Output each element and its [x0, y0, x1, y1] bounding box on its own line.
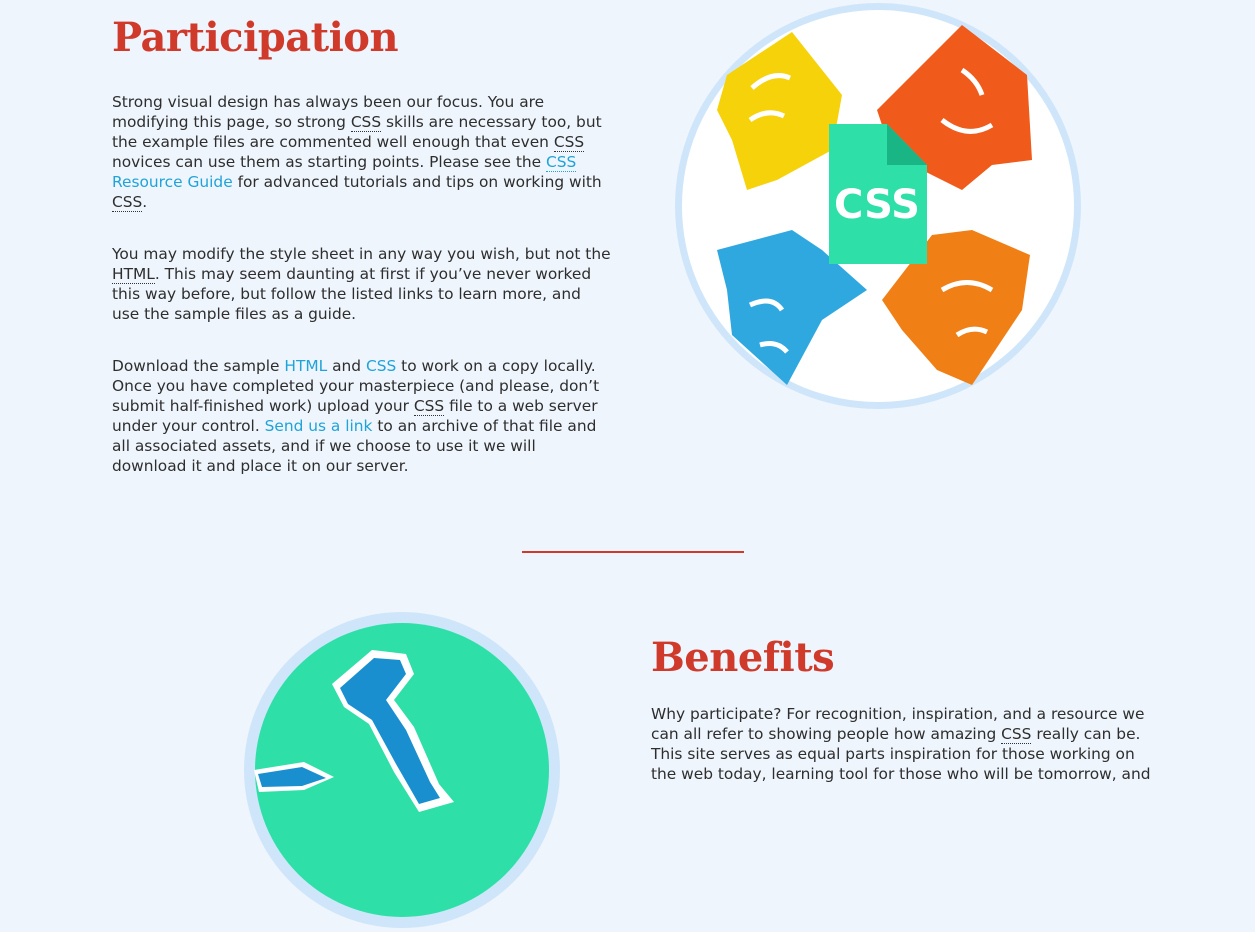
text-run: Download the sample	[112, 357, 285, 375]
abbreviation: CSS	[413, 397, 445, 416]
abbreviation: CSS	[350, 113, 382, 132]
benefits-heading: Benefits	[651, 634, 835, 681]
inline-link[interactable]: HTML	[284, 357, 327, 375]
inline-link[interactable]: CSS	[366, 357, 396, 375]
css-badge-label: CSS	[834, 182, 920, 228]
abbreviation: CSS	[112, 193, 143, 212]
text-run: . This may seem daunting at first if you…	[112, 265, 592, 323]
abbreviation: CSS	[1001, 725, 1032, 744]
inline-link[interactable]: Send us a link	[265, 417, 373, 435]
text-run: You may modify the style sheet in any wa…	[112, 245, 611, 263]
participation-section: Participation Strong visual design has a…	[112, 16, 612, 508]
participation-paragraph-2: You may modify the style sheet in any wa…	[112, 244, 612, 324]
participation-heading: Participation	[112, 14, 399, 61]
benefits-paragraph-1: Why participate? For recognition, inspir…	[651, 704, 1151, 784]
participation-paragraph-3: Download the sample HTML and CSS to work…	[112, 356, 612, 476]
flexed-arm-illustration	[244, 612, 560, 928]
text-run: novices can use them as starting points.…	[112, 153, 546, 171]
link-text: Resource Guide	[112, 173, 233, 191]
participation-paragraph-1: Strong visual design has always been our…	[112, 92, 612, 212]
hands-css-illustration: CSS	[672, 0, 1085, 413]
benefits-section: Benefits Why participate? For recognitio…	[651, 636, 1151, 784]
abbreviation: HTML	[112, 265, 155, 284]
section-divider	[522, 551, 744, 553]
text-run: for advanced tutorials and tips on worki…	[232, 173, 602, 191]
text-run: .	[142, 193, 148, 211]
text-run: and	[327, 357, 366, 375]
link-abbreviation: CSS	[545, 153, 577, 172]
abbreviation: CSS	[553, 133, 585, 152]
